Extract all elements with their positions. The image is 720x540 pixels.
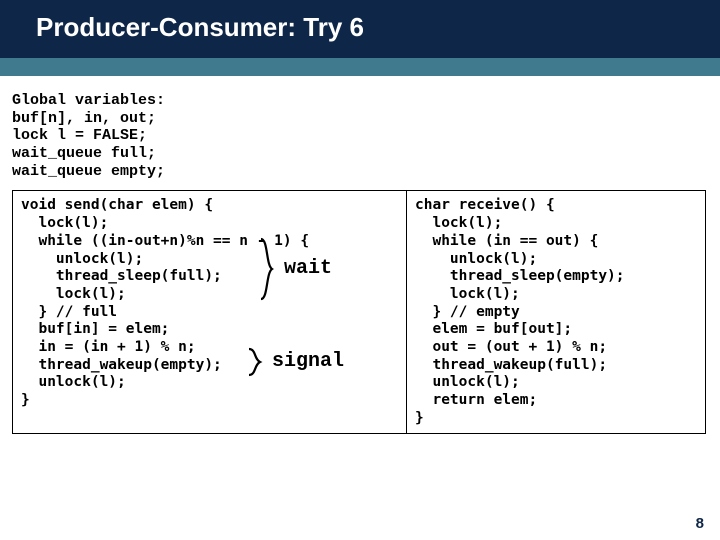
send-code: void send(char elem) { lock(l); while ((…	[21, 197, 398, 409]
title-bar: Producer-Consumer: Try 6	[0, 0, 720, 58]
globals-declaration: Global variables: buf[n], in, out; lock …	[12, 92, 708, 180]
signal-label: signal	[272, 350, 344, 374]
wait-label: wait	[284, 257, 332, 281]
code-row: void send(char elem) { lock(l); while ((…	[12, 190, 708, 434]
send-code-box: void send(char elem) { lock(l); while ((…	[12, 190, 407, 434]
page-number: 8	[696, 515, 704, 532]
page-title: Producer-Consumer: Try 6	[36, 12, 364, 42]
brace-icon	[258, 237, 280, 301]
receive-code: char receive() { lock(l); while (in == o…	[415, 197, 697, 427]
wait-annotation: wait	[258, 237, 332, 301]
brace-icon	[246, 347, 268, 377]
content-area: Global variables: buf[n], in, out; lock …	[0, 76, 720, 434]
signal-annotation: signal	[246, 347, 344, 377]
accent-bar	[0, 58, 720, 76]
receive-code-box: char receive() { lock(l); while (in == o…	[406, 190, 706, 434]
